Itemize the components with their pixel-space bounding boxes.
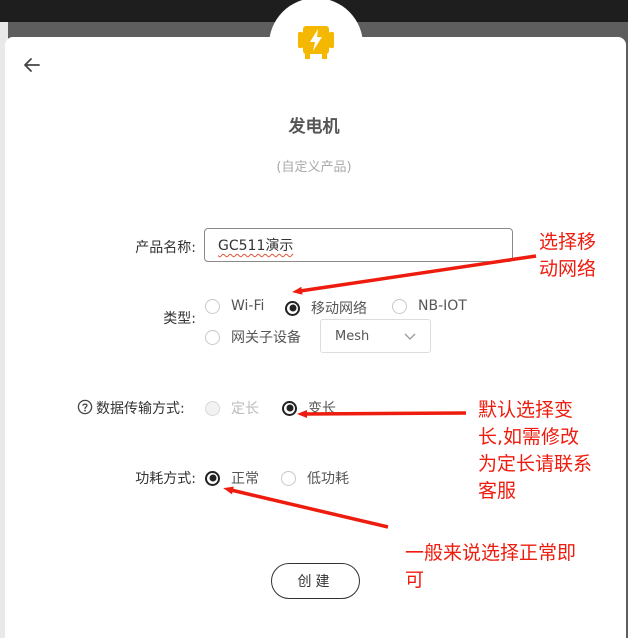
annotation-power: 一般来说选择正常即 可 [405, 540, 576, 594]
annotation-cellular-line2: 动网络 [539, 258, 597, 280]
annotation-arrow-1 [292, 254, 537, 295]
annotation-transfer-line3: 为定长请联系 [478, 453, 593, 475]
annotation-transfer: 默认选择变 长,如需修改 为定长请联系 客服 [478, 397, 592, 505]
annotation-power-line2: 可 [405, 569, 425, 591]
annotation-cellular-line1: 选择移 [539, 231, 597, 253]
annotation-arrow-2 [297, 409, 467, 418]
annotation-transfer-line2: 长,如需修改 [478, 426, 580, 448]
annotation-cellular: 选择移 动网络 [539, 229, 596, 283]
annotation-transfer-line1: 默认选择变 [478, 399, 574, 421]
annotation-transfer-line4: 客服 [478, 480, 517, 502]
annotation-arrow-3 [223, 486, 389, 529]
annotation-power-line1: 一般来说选择正常即 [405, 542, 577, 564]
